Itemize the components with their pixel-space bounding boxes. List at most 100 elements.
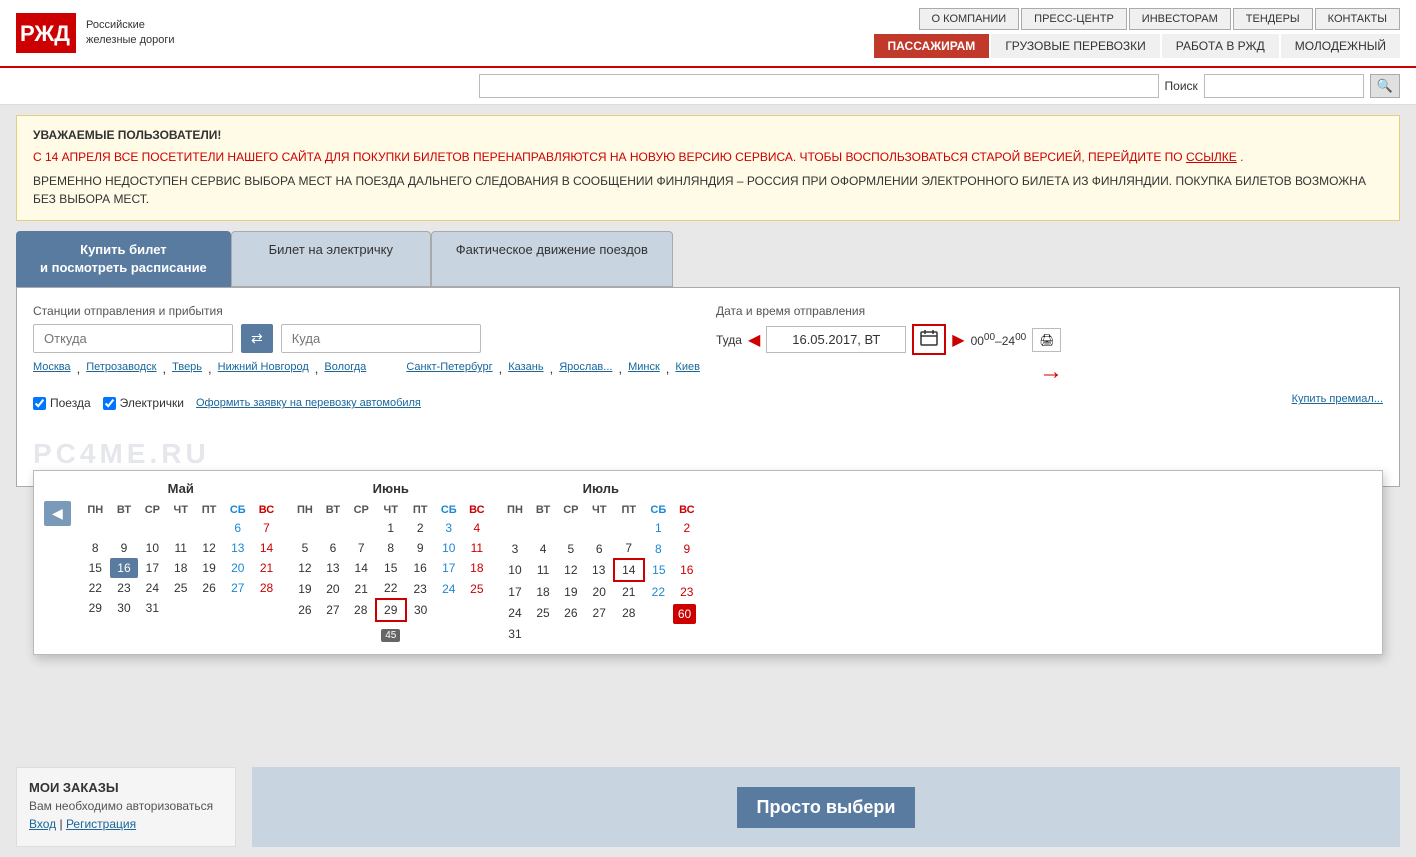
july-26[interactable]: 26 bbox=[557, 602, 585, 624]
tab-actual-movement[interactable]: Фактическое движение поездов bbox=[431, 231, 673, 287]
july-19[interactable]: 19 bbox=[557, 581, 585, 602]
may-24[interactable]: 24 bbox=[138, 578, 166, 598]
date-prev-button[interactable]: ◀ bbox=[748, 330, 760, 350]
checkbox-elektrichka[interactable] bbox=[103, 397, 116, 410]
june-30[interactable]: 30 bbox=[406, 599, 435, 621]
checkbox-trains-label[interactable]: Поезда bbox=[33, 396, 91, 410]
may-15[interactable]: 15 bbox=[81, 558, 110, 578]
july-5[interactable]: 5 bbox=[557, 538, 585, 559]
may-30[interactable]: 30 bbox=[110, 598, 138, 618]
june-4[interactable]: 4 bbox=[463, 518, 491, 538]
may-29[interactable]: 29 bbox=[81, 598, 110, 618]
to-link-spb[interactable]: Санкт-Петербург bbox=[406, 361, 492, 376]
june-5[interactable]: 5 bbox=[291, 538, 319, 558]
may-25[interactable]: 25 bbox=[167, 578, 195, 598]
print-button[interactable]: 🖨 bbox=[1032, 328, 1061, 352]
june-18[interactable]: 18 bbox=[463, 558, 491, 578]
july-27[interactable]: 27 bbox=[585, 602, 614, 624]
july-8[interactable]: 8 bbox=[644, 538, 673, 559]
may-23[interactable]: 23 bbox=[110, 578, 138, 598]
auto-transport-link[interactable]: Оформить заявку на перевозку автомобиля bbox=[196, 397, 421, 409]
july-3[interactable]: 3 bbox=[501, 538, 529, 559]
june-21[interactable]: 21 bbox=[347, 578, 376, 599]
may-17[interactable]: 17 bbox=[138, 558, 166, 578]
nav-btn-jobs[interactable]: РАБОТА В РЖД bbox=[1162, 34, 1279, 58]
from-input[interactable] bbox=[33, 324, 233, 353]
from-link-nizhniy[interactable]: Нижний Новгород bbox=[218, 361, 309, 376]
premium-link[interactable]: Купить премиал... bbox=[1292, 393, 1383, 405]
june-6[interactable]: 6 bbox=[319, 538, 347, 558]
date-next-button[interactable]: ▶ bbox=[952, 330, 964, 350]
from-link-moscow[interactable]: Москва bbox=[33, 361, 71, 376]
july-25[interactable]: 25 bbox=[529, 602, 557, 624]
july-13[interactable]: 13 bbox=[585, 559, 614, 581]
checkbox-trains[interactable] bbox=[33, 397, 46, 410]
july-7[interactable]: 7 bbox=[614, 538, 644, 559]
july-16[interactable]: 16 bbox=[673, 559, 701, 581]
july-31[interactable]: 31 bbox=[501, 624, 529, 644]
july-11[interactable]: 11 bbox=[529, 559, 557, 581]
may-21[interactable]: 21 bbox=[252, 558, 281, 578]
june-23[interactable]: 23 bbox=[406, 578, 435, 599]
nav-btn-passengers[interactable]: ПАССАЖИРАМ bbox=[874, 34, 990, 58]
june-28[interactable]: 28 bbox=[347, 599, 376, 621]
july-9[interactable]: 9 bbox=[673, 538, 701, 559]
july-28[interactable]: 28 bbox=[614, 602, 644, 624]
from-link-tver[interactable]: Тверь bbox=[172, 361, 202, 376]
july-2[interactable]: 2 bbox=[673, 518, 701, 538]
july-24[interactable]: 24 bbox=[501, 602, 529, 624]
tab-elektrichka[interactable]: Билет на электричку bbox=[231, 231, 431, 287]
nav-btn-freight[interactable]: ГРУЗОВЫЕ ПЕРЕВОЗКИ bbox=[991, 34, 1159, 58]
may-16-today[interactable]: 16 bbox=[110, 558, 138, 578]
may-14[interactable]: 14 bbox=[252, 538, 281, 558]
june-12[interactable]: 12 bbox=[291, 558, 319, 578]
nav-btn-youth[interactable]: МОЛОДЕЖНЫЙ bbox=[1281, 34, 1400, 58]
june-27[interactable]: 27 bbox=[319, 599, 347, 621]
search-submit-button[interactable]: 🔍 bbox=[1370, 74, 1400, 98]
nav-btn-tenders[interactable]: ТЕНДЕРЫ bbox=[1233, 8, 1313, 30]
july-22[interactable]: 22 bbox=[644, 581, 673, 602]
may-20[interactable]: 20 bbox=[223, 558, 252, 578]
june-3[interactable]: 3 bbox=[435, 518, 463, 538]
june-20[interactable]: 20 bbox=[319, 578, 347, 599]
june-22[interactable]: 22 bbox=[376, 578, 406, 599]
from-link-petro[interactable]: Петрозаводск bbox=[86, 361, 156, 376]
july-1[interactable]: 1 bbox=[644, 518, 673, 538]
july-23[interactable]: 23 bbox=[673, 581, 701, 602]
may-10[interactable]: 10 bbox=[138, 538, 166, 558]
notice-link[interactable]: ССЫЛКЕ bbox=[1186, 150, 1237, 164]
july-17[interactable]: 17 bbox=[501, 581, 529, 602]
july-6[interactable]: 6 bbox=[585, 538, 614, 559]
may-18[interactable]: 18 bbox=[167, 558, 195, 578]
swap-stations-button[interactable]: ⇄ bbox=[241, 324, 273, 353]
nav-btn-contacts[interactable]: КОНТАКТЫ bbox=[1315, 8, 1400, 30]
may-22[interactable]: 22 bbox=[81, 578, 110, 598]
june-2[interactable]: 2 bbox=[406, 518, 435, 538]
june-11[interactable]: 11 bbox=[463, 538, 491, 558]
june-17[interactable]: 17 bbox=[435, 558, 463, 578]
nav-btn-press[interactable]: ПРЕСС-ЦЕНТР bbox=[1021, 8, 1127, 30]
june-25[interactable]: 25 bbox=[463, 578, 491, 599]
to-link-kazan[interactable]: Казань bbox=[508, 361, 543, 376]
june-1[interactable]: 1 bbox=[376, 518, 406, 538]
june-8[interactable]: 8 bbox=[376, 538, 406, 558]
june-19[interactable]: 19 bbox=[291, 578, 319, 599]
may-11[interactable]: 11 bbox=[167, 538, 195, 558]
june-26[interactable]: 26 bbox=[291, 599, 319, 621]
may-7[interactable]: 7 bbox=[252, 518, 281, 538]
june-24[interactable]: 24 bbox=[435, 578, 463, 599]
nav-btn-investors[interactable]: ИНВЕСТОРАМ bbox=[1129, 8, 1231, 30]
calendar-open-button[interactable] bbox=[912, 324, 946, 355]
may-9[interactable]: 9 bbox=[110, 538, 138, 558]
from-link-vologda[interactable]: Вологда bbox=[324, 361, 366, 376]
main-search-input[interactable] bbox=[479, 74, 1159, 98]
may-13[interactable]: 13 bbox=[223, 538, 252, 558]
july-18[interactable]: 18 bbox=[529, 581, 557, 602]
calendar-prev-button[interactable]: ◀ bbox=[44, 501, 71, 526]
july-15[interactable]: 15 bbox=[644, 559, 673, 581]
may-27[interactable]: 27 bbox=[223, 578, 252, 598]
june-14[interactable]: 14 bbox=[347, 558, 376, 578]
june-10[interactable]: 10 bbox=[435, 538, 463, 558]
july-10[interactable]: 10 bbox=[501, 559, 529, 581]
may-31[interactable]: 31 bbox=[138, 598, 166, 618]
